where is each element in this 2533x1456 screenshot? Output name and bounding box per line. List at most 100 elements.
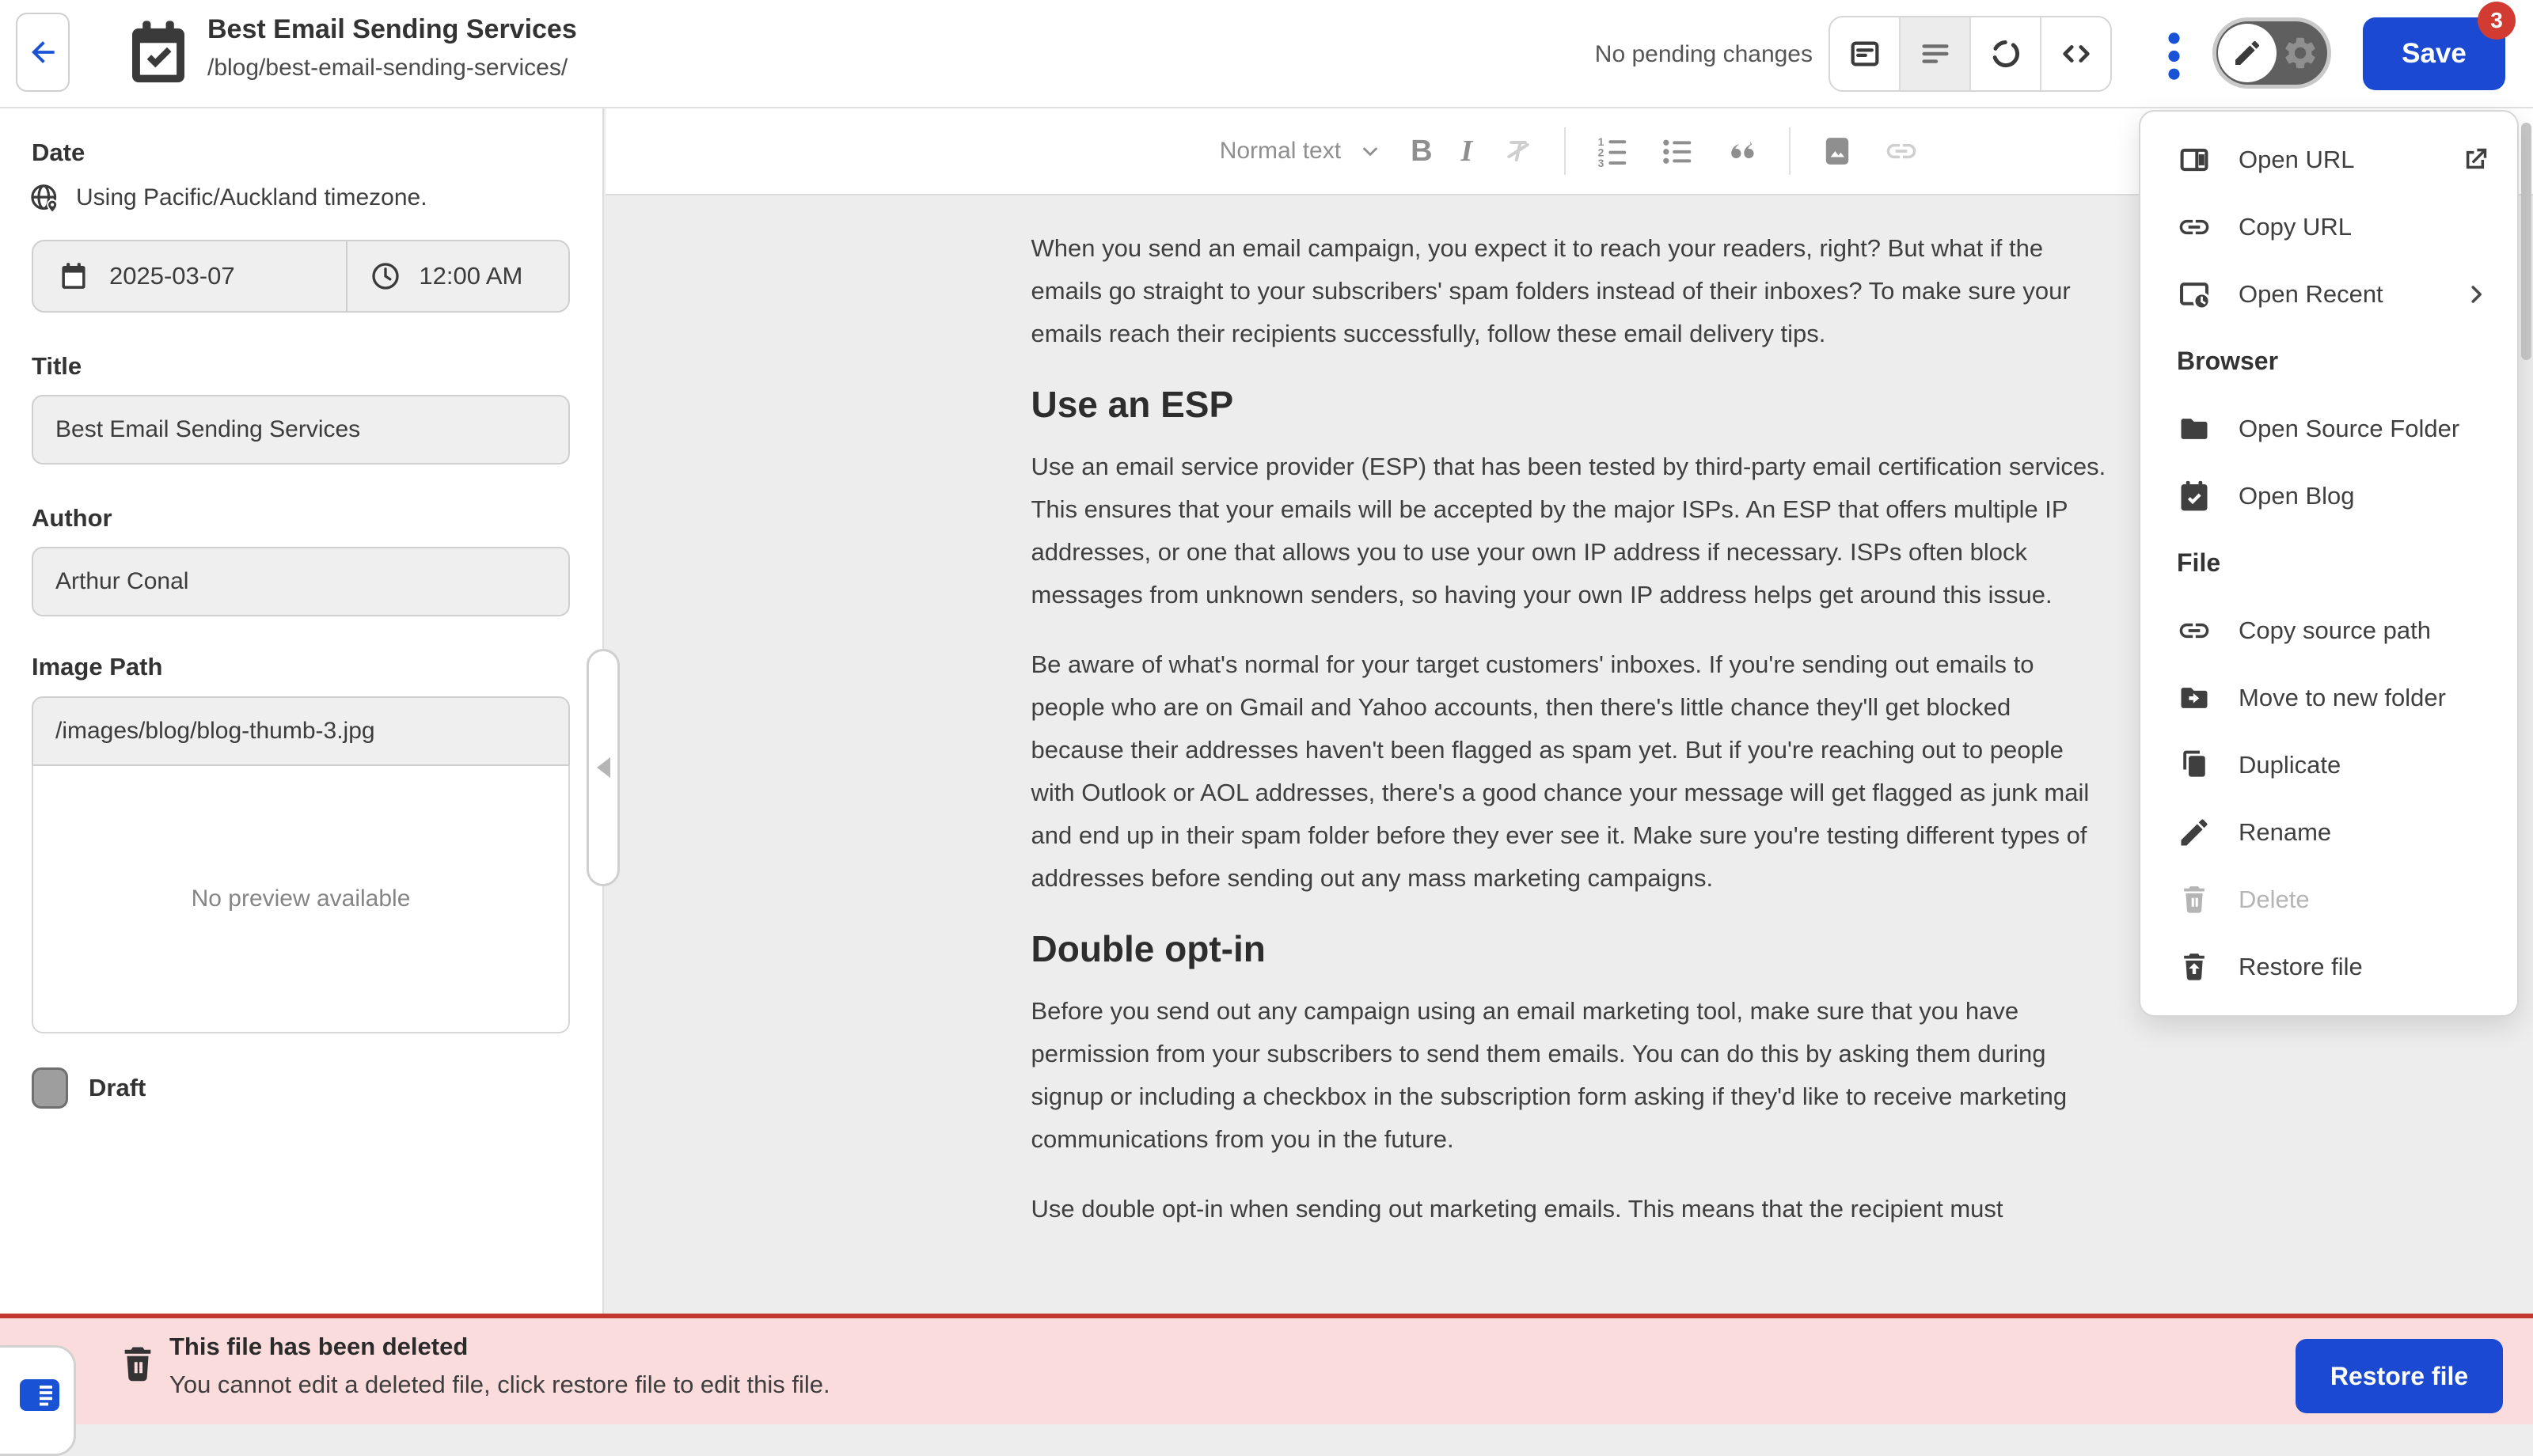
menu-item-label: Duplicate	[2239, 751, 2490, 779]
bullet-list-button[interactable]	[1659, 133, 1696, 169]
menu-item-rename[interactable]: Rename	[2140, 798, 2517, 866]
strikethrough-button-disabled	[1501, 134, 1536, 169]
menu-item-open-recent[interactable]: Open Recent	[2140, 260, 2517, 328]
page-title: Best Email Sending Services	[207, 14, 577, 45]
banner-text-block: This file has been deleted You cannot ed…	[169, 1333, 830, 1399]
menu-item-label: Open Source Folder	[2239, 415, 2490, 443]
collapse-arrow-icon	[597, 757, 610, 778]
text-style-selector[interactable]: Normal text	[1220, 138, 1382, 165]
calendar-check-icon	[2177, 479, 2212, 514]
chevron-down-icon	[1358, 139, 1382, 163]
date-input[interactable]: 2025-03-07	[33, 241, 347, 311]
bold-button[interactable]: B	[1411, 135, 1432, 169]
blockquote-button[interactable]	[1724, 133, 1760, 169]
calendar-icon	[59, 261, 89, 291]
visual-editor-view-button[interactable]	[1830, 17, 1901, 90]
article-paragraph: Before you send out any campaign using a…	[1031, 990, 2108, 1161]
file-deleted-banner: This file has been deleted You cannot ed…	[0, 1314, 2533, 1424]
insert-image-button[interactable]	[1819, 133, 1855, 169]
article-paragraph: Use an email service provider (ESP) that…	[1031, 446, 2108, 616]
menu-item-duplicate[interactable]: Duplicate	[2140, 731, 2517, 798]
draft-field-row: Draft	[32, 1067, 146, 1109]
back-button[interactable]	[16, 13, 70, 92]
trash-icon	[2177, 882, 2212, 917]
date-field-label: Date	[32, 138, 85, 167]
image-path-value: /images/blog/blog-thumb-3.jpg	[55, 718, 375, 745]
restore-trash-icon	[2177, 950, 2212, 984]
draft-checkbox[interactable]	[32, 1067, 68, 1109]
insert-link-button-disabled	[1884, 134, 1919, 169]
menu-item-label: Copy source path	[2239, 616, 2490, 645]
text-style-value: Normal text	[1220, 138, 1341, 165]
pencil-icon	[2177, 815, 2212, 850]
menu-item-label: Copy URL	[2239, 213, 2490, 241]
no-preview-text: No preview available	[192, 885, 411, 912]
save-badge: 3	[2478, 2, 2516, 40]
article-paragraph: When you send an email campaign, you exp…	[1031, 227, 2108, 355]
article-paragraph: Be aware of what's normal for your targe…	[1031, 643, 2108, 900]
link-icon	[2177, 210, 2212, 245]
menu-item-open-url[interactable]: Open URL	[2140, 126, 2517, 193]
menu-item-open-blog[interactable]: Open Blog	[2140, 462, 2517, 529]
kebab-icon	[2167, 31, 2181, 82]
timezone-note-text: Using Pacific/Auckland timezone.	[76, 184, 427, 211]
editor-scrollbar-thumb[interactable]	[2521, 123, 2531, 360]
toggle-knob	[2218, 24, 2277, 82]
menu-item-label: Open Blog	[2239, 482, 2490, 510]
chevron-right-icon	[2462, 280, 2490, 309]
menu-item-label: Restore file	[2239, 953, 2490, 981]
timezone-note-row: Using Pacific/Auckland timezone.	[28, 181, 427, 214]
author-field-input[interactable]: Arthur Conal	[32, 547, 570, 616]
external-link-icon	[2460, 145, 2490, 175]
article-body[interactable]: When you send an email campaign, you exp…	[1031, 227, 2108, 1230]
content-editor-view-button[interactable]	[1901, 17, 1971, 90]
menu-item-copy-url[interactable]: Copy URL	[2140, 193, 2517, 260]
source-code-icon	[2058, 36, 2094, 72]
title-field-input[interactable]: Best Email Sending Services	[32, 395, 570, 464]
title-field-label: Title	[32, 352, 82, 381]
author-field-label: Author	[32, 504, 112, 533]
content-editor-icon	[1917, 36, 1954, 72]
pencil-icon	[2231, 37, 2263, 69]
menu-item-open-source-folder[interactable]: Open Source Folder	[2140, 395, 2517, 462]
file-path: /blog/best-email-sending-services/	[207, 55, 577, 82]
article-heading-esp: Use an ESP	[1031, 384, 2108, 425]
open-url-icon	[2177, 142, 2212, 177]
menu-item-label: Move to new folder	[2239, 684, 2490, 712]
image-path-input[interactable]: /images/blog/blog-thumb-3.jpg	[32, 696, 570, 766]
image-preview-box: No preview available	[32, 766, 570, 1033]
menu-item-move-to-new-folder[interactable]: Move to new folder	[2140, 664, 2517, 731]
menu-section-browser: Browser	[2140, 328, 2517, 395]
bottom-left-panel-tab[interactable]	[0, 1345, 76, 1456]
banner-title: This file has been deleted	[169, 1333, 830, 1361]
document-heading: Best Email Sending Services /blog/best-e…	[207, 14, 577, 82]
menu-item-restore-file[interactable]: Restore file	[2140, 933, 2517, 1000]
back-arrow-icon	[25, 35, 60, 70]
time-value: 12:00 AM	[419, 262, 522, 290]
article-paragraph: Use double opt-in when sending out marke…	[1031, 1188, 2108, 1230]
draft-field-label: Draft	[89, 1074, 146, 1102]
sidebar-collapse-handle[interactable]	[587, 649, 620, 886]
menu-item-label: Open URL	[2239, 146, 2433, 174]
banner-message: You cannot edit a deleted file, click re…	[169, 1371, 830, 1399]
more-options-kebab-button[interactable]	[2158, 28, 2189, 84]
article-heading-optin: Double opt-in	[1031, 928, 2108, 969]
globe-timezone-icon	[28, 181, 62, 214]
date-time-input-group: 2025-03-07 12:00 AM	[32, 240, 570, 313]
gear-icon	[2281, 34, 2319, 72]
source-code-view-button[interactable]	[2041, 17, 2110, 90]
menu-item-copy-source-path[interactable]: Copy source path	[2140, 597, 2517, 664]
sync-preview-button[interactable]	[1971, 17, 2041, 90]
numbered-list-button[interactable]: 1 2 3	[1594, 133, 1631, 169]
form-editor-icon	[1847, 36, 1883, 72]
link-icon	[2177, 613, 2212, 648]
blue-panel-icon	[20, 1379, 59, 1411]
menu-item-label: Open Recent	[2239, 280, 2435, 309]
metadata-sidebar: Date Using Pacific/Auckland timezone. 20	[0, 108, 604, 1314]
italic-button[interactable]: I	[1461, 134, 1473, 169]
time-input[interactable]: 12:00 AM	[347, 241, 568, 311]
calendar-check-file-icon	[123, 17, 193, 87]
toolbar-divider	[1564, 127, 1566, 175]
edit-settings-mode-toggle[interactable]	[2212, 17, 2331, 89]
restore-file-button[interactable]: Restore file	[2296, 1339, 2503, 1413]
